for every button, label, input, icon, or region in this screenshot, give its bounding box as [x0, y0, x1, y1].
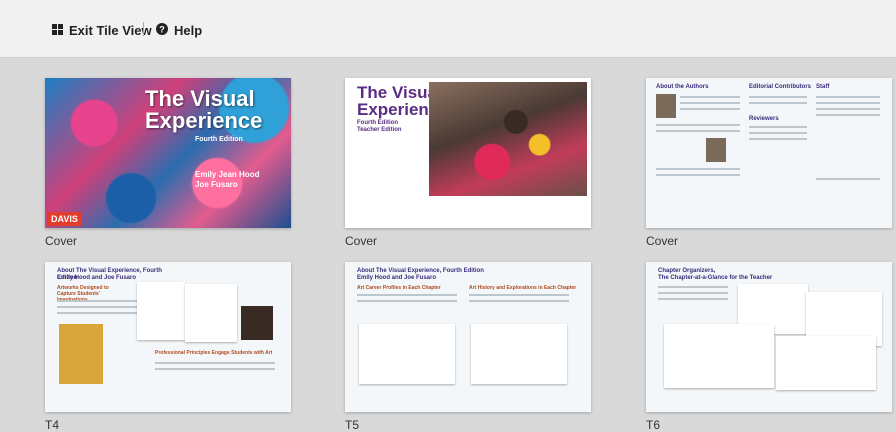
page-thumbnail-t5: About The Visual Experience, Fourth Edit…	[345, 262, 591, 412]
text-line	[155, 368, 275, 370]
text-line	[656, 130, 740, 132]
text-line	[357, 300, 457, 302]
question-circle-icon: ?	[156, 22, 168, 38]
text-line	[656, 174, 740, 176]
spread-preview	[471, 324, 567, 384]
page-thumbnail-t6: Chapter Organizers, The Chapter-at-a-Gla…	[646, 262, 892, 412]
text-line	[749, 132, 807, 134]
text-line	[680, 96, 740, 98]
author-photo	[656, 94, 676, 118]
text-line	[680, 108, 740, 110]
exit-tile-view-button[interactable]: Exit Tile View	[52, 20, 152, 40]
page-authors: Emily Hood and Joe Fusaro	[57, 275, 137, 281]
cover-thumbnail-3: About the Authors Editorial Contributors…	[646, 78, 892, 228]
cover-edition: Fourth Edition	[357, 120, 398, 126]
text-line	[658, 292, 728, 294]
svg-text:?: ?	[159, 24, 165, 34]
text-line	[57, 300, 137, 302]
tile-caption: Cover	[345, 234, 378, 248]
page-title: Chapter Organizers,	[658, 268, 716, 274]
cover-thumbnail-2: The Visual Experience Fourth Edition Teac…	[345, 78, 591, 228]
toolbar: Exit Tile View ? Help	[0, 0, 896, 58]
section-heading: About the Authors	[656, 84, 709, 90]
text-line	[816, 102, 880, 104]
text-line	[816, 114, 880, 116]
text-line	[816, 108, 880, 110]
page-tile-cover-1[interactable]: The Visual Experience Fourth Edition Emil…	[45, 78, 291, 228]
page-title: About The Visual Experience, Fourth Edit…	[357, 268, 484, 274]
publisher-logo: DAVIS	[47, 212, 82, 226]
text-line	[469, 294, 569, 296]
spread-preview	[185, 284, 237, 342]
cover-teacher-edition: Teacher Edition	[357, 127, 402, 133]
page-title-line2: The Chapter-at-a-Glance for the Teacher	[658, 275, 773, 281]
text-line	[658, 286, 728, 288]
text-line	[658, 298, 728, 300]
text-line	[749, 126, 807, 128]
section-subheading: Art History and Explorations in Each Cha…	[469, 285, 577, 291]
text-line	[155, 362, 275, 364]
help-label: Help	[174, 22, 203, 38]
cover-thumbnail-1: The Visual Experience Fourth Edition Emil…	[45, 78, 291, 228]
text-line	[749, 138, 807, 140]
artwork-image	[59, 324, 103, 384]
text-line	[749, 102, 807, 104]
page-tile-t6[interactable]: Chapter Organizers, The Chapter-at-a-Gla…	[646, 262, 892, 412]
text-line	[680, 102, 740, 104]
page-tile-cover-3[interactable]: About the Authors Editorial Contributors…	[646, 78, 892, 228]
text-line	[357, 294, 457, 296]
text-line	[656, 168, 740, 170]
help-button[interactable]: ? Help	[156, 20, 202, 40]
spread-preview	[776, 336, 876, 390]
page-authors: Emily Hood and Joe Fusaro	[357, 275, 437, 281]
spread-preview	[664, 324, 774, 388]
cover-photo	[429, 82, 587, 196]
grid-icon	[52, 23, 63, 38]
text-line	[816, 96, 880, 98]
text-line	[656, 124, 740, 126]
text-line	[57, 306, 137, 308]
page-thumbnail-t4: About The Visual Experience, Fourth Edit…	[45, 262, 291, 412]
page-tile-cover-2[interactable]: The Visual Experience Fourth Edition Teac…	[345, 78, 591, 228]
spread-preview	[359, 324, 455, 384]
cover-edition: Fourth Edition	[195, 136, 243, 143]
section-heading: Staff	[816, 84, 830, 90]
spread-preview	[137, 282, 185, 340]
text-line	[816, 178, 880, 180]
artwork-image	[241, 306, 273, 340]
section-heading: Editorial Contributors	[749, 84, 811, 90]
author-photo	[706, 138, 726, 162]
text-line	[749, 96, 807, 98]
page-tile-t5[interactable]: About The Visual Experience, Fourth Edit…	[345, 262, 591, 412]
section-subheading: Professional Principles Engage Students …	[155, 350, 273, 356]
exit-tile-view-label: Exit Tile View	[69, 22, 152, 38]
section-subheading: Art Career Profiles in Each Chapter	[357, 285, 441, 291]
text-line	[469, 300, 569, 302]
text-line	[57, 312, 137, 314]
tile-caption: Cover	[45, 234, 78, 248]
section-heading: Reviewers	[749, 116, 779, 122]
cover-authors: Emily Jean Hood Joe Fusaro	[195, 170, 260, 189]
toolbar-divider	[143, 22, 144, 36]
page-tile-t4[interactable]: About The Visual Experience, Fourth Edit…	[45, 262, 291, 412]
cover-title: The Visual Experience	[145, 86, 263, 133]
tile-caption: Cover	[646, 234, 679, 248]
